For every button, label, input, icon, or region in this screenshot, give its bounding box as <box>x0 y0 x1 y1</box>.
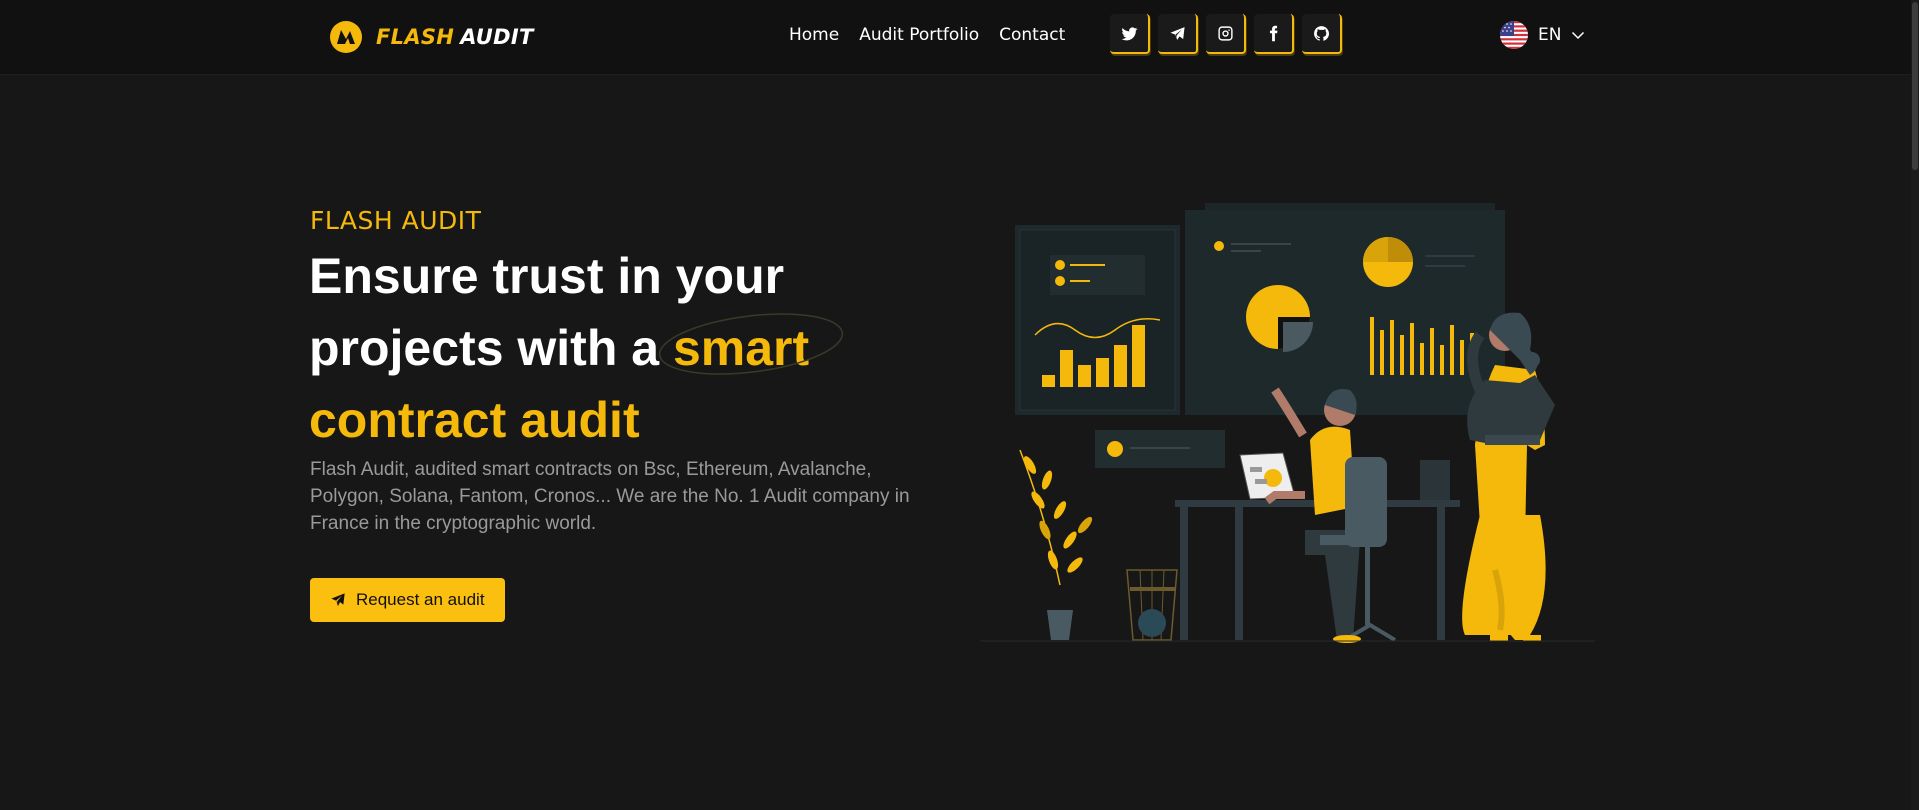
nav-link-audit-portfolio[interactable]: Audit Portfolio <box>859 25 979 45</box>
flash-logo-icon <box>330 21 362 53</box>
language-selector[interactable]: EN <box>1500 21 1585 49</box>
hero-title-highlight: smart <box>672 320 810 376</box>
language-label: EN <box>1538 25 1562 45</box>
instagram-button[interactable] <box>1206 14 1246 54</box>
us-flag-icon <box>1500 21 1528 49</box>
request-audit-label: Request an audit <box>356 590 485 609</box>
nav-link-home[interactable]: Home <box>789 25 839 45</box>
twitter-icon <box>1120 26 1137 40</box>
brand-primary: FLASH <box>376 25 455 49</box>
telegram-button[interactable] <box>1158 14 1198 54</box>
brand-logo[interactable]: FLASH AUDIT <box>328 19 534 55</box>
scrollbar[interactable] <box>1911 0 1919 810</box>
facebook-icon <box>1269 25 1277 41</box>
request-audit-button[interactable]: Request an audit <box>310 578 505 622</box>
hero-illustration <box>980 203 1595 643</box>
brand-name: FLASH AUDIT <box>376 25 534 49</box>
twitter-button[interactable] <box>1110 14 1150 54</box>
send-icon <box>331 593 345 606</box>
github-icon <box>1313 25 1329 41</box>
nav-link-contact[interactable]: Contact <box>999 25 1065 45</box>
facebook-button[interactable] <box>1254 14 1294 54</box>
scrollbar-thumb[interactable] <box>1912 2 1918 170</box>
social-links <box>1110 14 1342 54</box>
github-button[interactable] <box>1302 14 1342 54</box>
telegram-icon <box>1169 26 1185 40</box>
main-nav: Home Audit Portfolio Contact <box>789 25 1065 45</box>
hero-title-highlight-2: contract audit <box>309 392 640 448</box>
navbar: FLASHAUDIT Home Audit Portfolio Contact <box>0 0 1919 75</box>
hero-description: Flash Audit, audited smart contracts on … <box>310 459 910 534</box>
hero-kicker: FLASH AUDIT <box>310 206 482 235</box>
instagram-icon <box>1217 25 1233 41</box>
chevron-down-icon <box>1572 31 1585 40</box>
hero-title: Ensure trust in your projects with a sma… <box>309 240 949 456</box>
brand-secondary: AUDIT <box>460 25 534 49</box>
